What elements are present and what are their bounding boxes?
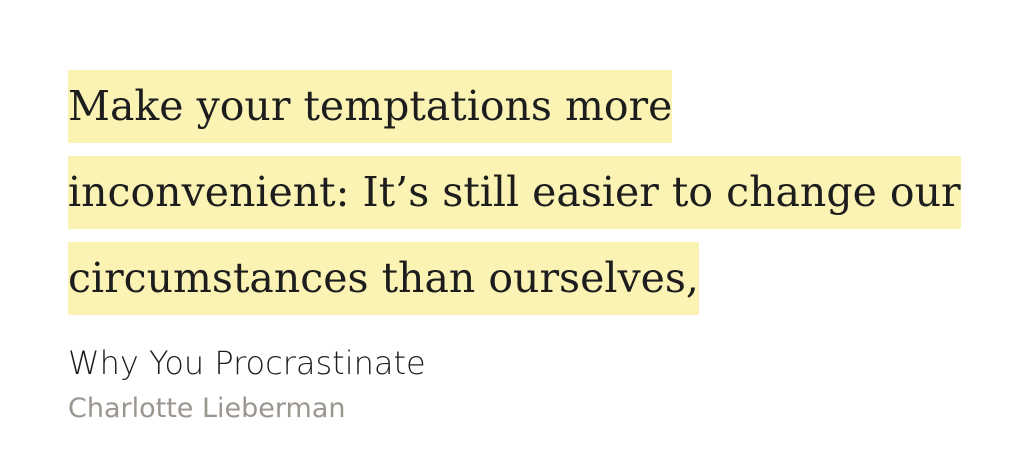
- book-title: Why You Procrastinate: [68, 344, 426, 382]
- quote-highlight-2: inconvenient: It’s still easier to chang…: [68, 156, 961, 229]
- quote-line-2: inconvenient: It’s still easier to chang…: [68, 156, 998, 242]
- quote-line-3: circumstances than ourselves,: [68, 242, 998, 328]
- quote-highlight-1: Make your temptations more: [68, 70, 673, 143]
- quote-highlight-3: circumstances than ourselves,: [68, 242, 699, 315]
- highlight-card: Make your temptations more inconvenient:…: [0, 0, 1036, 454]
- quote-line-1: Make your temptations more: [68, 70, 998, 156]
- author-name: Charlotte Lieberman: [68, 393, 346, 424]
- highlighted-quote: Make your temptations more inconvenient:…: [68, 70, 998, 328]
